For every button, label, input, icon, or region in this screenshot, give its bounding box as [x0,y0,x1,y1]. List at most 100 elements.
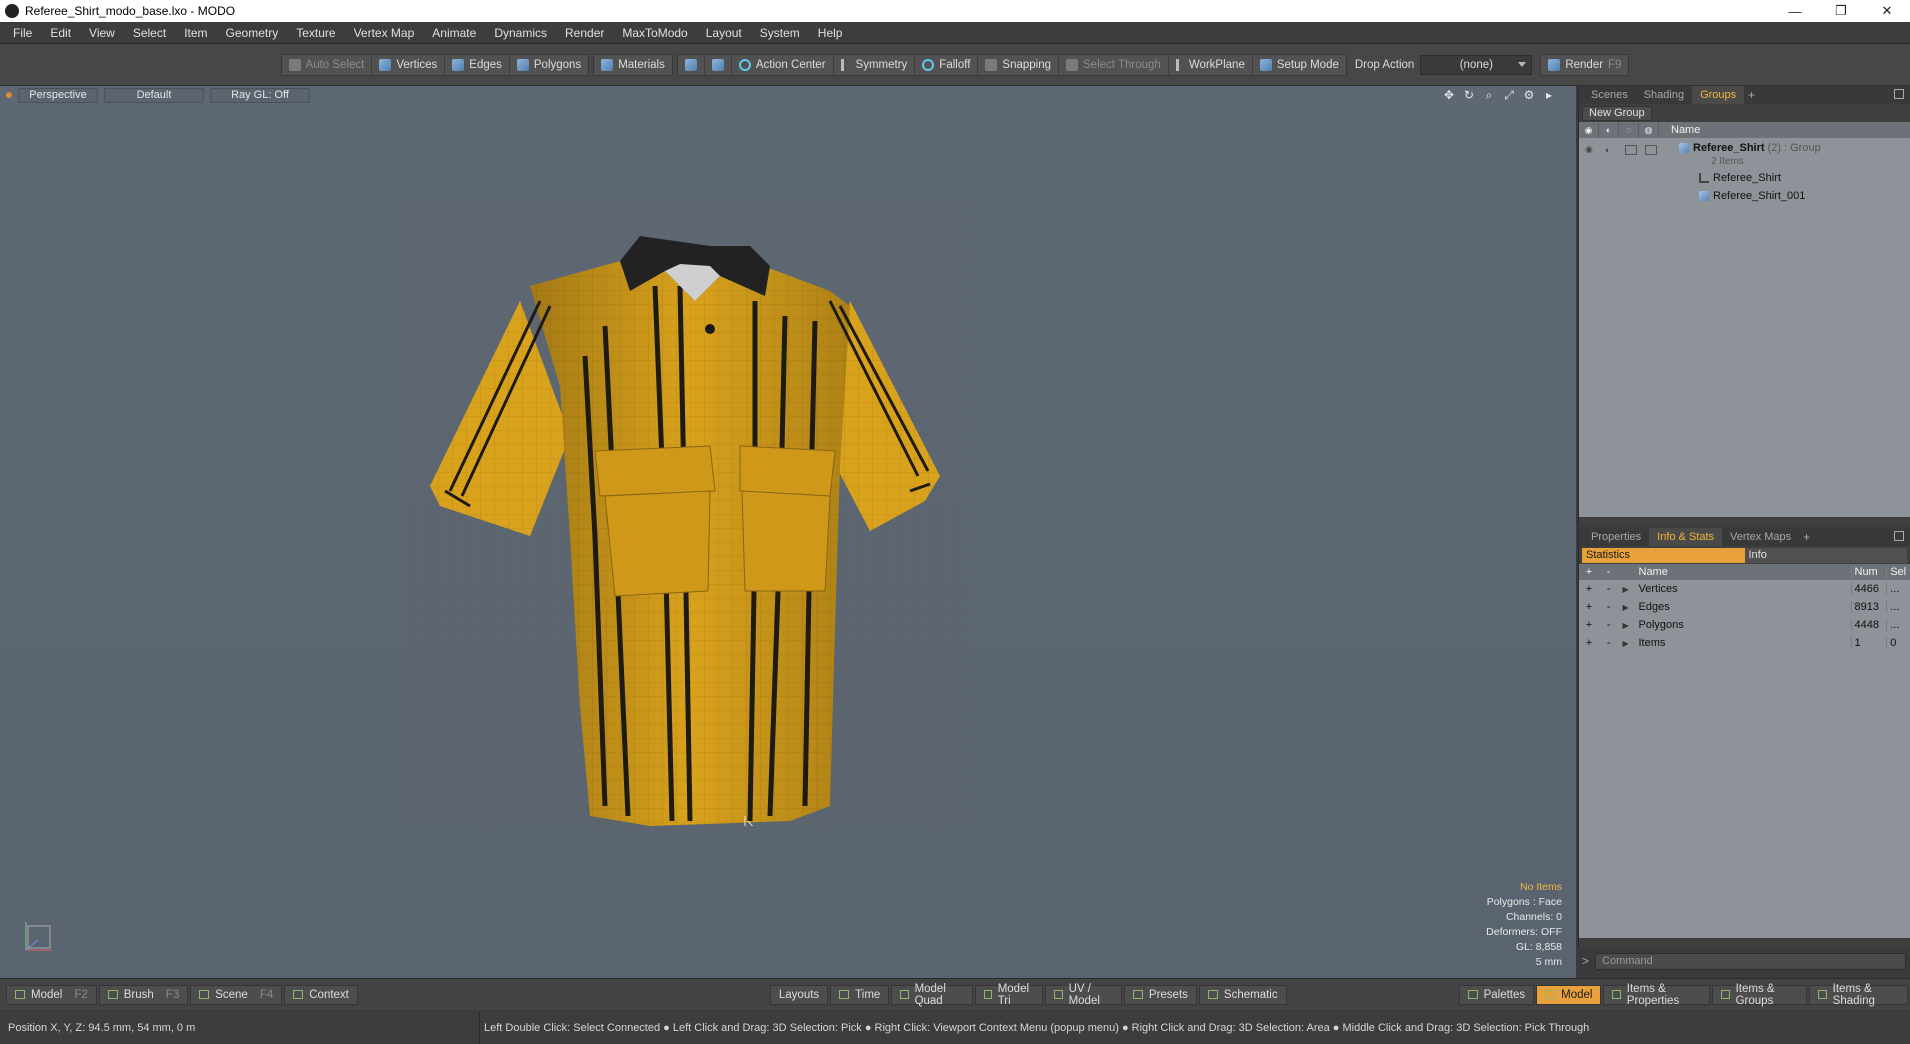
render-toggle-icon[interactable]: ◐ [1605,145,1625,155]
menu-edit[interactable]: Edit [41,22,80,44]
add-tab-icon[interactable]: + [1799,530,1814,544]
pivot-mode-button[interactable] [705,54,732,75]
tab-groups[interactable]: Groups [1692,86,1745,104]
workplane-button[interactable]: WorkPlane [1169,54,1253,75]
visibility-column-icon[interactable]: ◉ [1579,122,1599,138]
vertices-button[interactable]: Vertices [372,54,446,75]
menu-render[interactable]: Render [556,22,613,44]
add-icon[interactable]: + [1579,637,1599,649]
tab-vertex-maps[interactable]: Vertex Maps [1722,528,1799,546]
view-type-button[interactable]: Perspective [18,87,98,103]
expand-all-icon[interactable]: + [1579,566,1599,578]
add-icon[interactable]: + [1579,583,1599,595]
drop-action-select[interactable]: (none) [1420,54,1533,75]
menu-dynamics[interactable]: Dynamics [485,22,556,44]
name-column-header[interactable]: Name [1659,124,1700,136]
items-groups-button[interactable]: Items & Groups [1712,983,1808,1007]
palettes-button[interactable]: Palettes [1458,984,1535,1005]
layout-scene-button[interactable]: Scene F4 [190,984,283,1005]
tab-scenes[interactable]: Scenes [1583,86,1636,104]
list-item[interactable]: Referee_Shirt [1699,172,1781,184]
materials-button[interactable]: Materials [594,55,672,75]
tab-properties[interactable]: Properties [1583,528,1649,546]
expand-triangle-icon[interactable]: ▶ [1619,585,1633,594]
polygons-button[interactable]: Polygons [510,55,588,75]
maximize-panel-icon[interactable] [1894,531,1904,541]
new-group-button[interactable]: New Group [1582,105,1652,121]
menu-texture[interactable]: Texture [287,22,344,44]
action-center-button[interactable]: Action Center [732,54,834,75]
shading-mode-button[interactable]: Default [104,87,204,103]
layouts-button[interactable]: Layouts [769,984,829,1005]
list-item[interactable]: Referee_Shirt_001 [1699,190,1805,202]
restore-button[interactable]: ❐ [1818,0,1864,22]
remove-icon[interactable]: - [1599,601,1619,613]
falloff-button[interactable]: Falloff [915,54,979,75]
menu-select[interactable]: Select [124,22,175,44]
expand-triangle-icon[interactable]: ▶ [1619,603,1633,612]
group-row[interactable]: Referee_Shirt (2) : Group [1679,142,1821,154]
expand-arrow-icon[interactable]: ▸ [1542,88,1556,102]
add-tab-icon[interactable]: + [1744,88,1759,102]
move-view-icon[interactable]: ✥ [1442,88,1456,102]
menu-geometry[interactable]: Geometry [217,22,288,44]
maximize-panel-icon[interactable] [1894,89,1904,99]
render-column-icon[interactable]: ◐ [1599,122,1619,138]
layout-brush-button[interactable]: Brush F3 [98,984,189,1005]
tab-shading[interactable]: Shading [1636,86,1692,104]
tab-info[interactable]: Info [1744,547,1907,563]
menu-animate[interactable]: Animate [423,22,485,44]
table-row[interactable]: + - ▶ Items 1 0 [1579,634,1910,652]
remove-icon[interactable]: - [1599,583,1619,595]
minimize-button[interactable]: — [1772,0,1818,22]
setup-mode-button[interactable]: Setup Mode [1253,55,1346,75]
menu-system[interactable]: System [751,22,809,44]
model-quad-button[interactable]: Model Quad [891,983,973,1007]
table-row[interactable]: + - ▶ Vertices 4466 ... [1579,580,1910,598]
item-mode-button[interactable] [678,54,705,75]
lock-column-icon[interactable]: ◌ [1619,122,1639,138]
layout-context-button[interactable]: Context [284,984,358,1005]
symmetry-button[interactable]: Symmetry [834,54,916,75]
model-layout-button[interactable]: Model [1536,984,1602,1005]
tab-statistics[interactable]: Statistics [1582,547,1745,563]
settings-gear-icon[interactable]: ⚙ [1522,88,1536,102]
expand-triangle-icon[interactable]: ▶ [1619,639,1633,648]
schematic-button[interactable]: Schematic [1198,984,1287,1005]
menu-view[interactable]: View [80,22,124,44]
menu-vertex-map[interactable]: Vertex Map [345,22,424,44]
menu-help[interactable]: Help [809,22,852,44]
snapping-button[interactable]: Snapping [978,54,1060,75]
add-icon[interactable]: + [1579,601,1599,613]
rotate-view-icon[interactable]: ↻ [1462,88,1476,102]
menu-item[interactable]: Item [175,22,216,44]
presets-button[interactable]: Presets [1123,984,1197,1005]
model-tri-button[interactable]: Model Tri [974,983,1044,1007]
menu-layout[interactable]: Layout [697,22,751,44]
zoom-view-icon[interactable]: ⌕ [1482,88,1496,102]
command-input[interactable]: Command [1595,952,1906,970]
maximize-view-icon[interactable]: ⤢ [1502,88,1516,102]
select-through-button[interactable]: Select Through [1059,54,1169,75]
collapse-all-icon[interactable]: - [1599,566,1619,578]
eye-icon[interactable]: ◉ [1585,144,1605,155]
table-row[interactable]: + - ▶ Polygons 4448 ... [1579,616,1910,634]
groups-list[interactable]: ◉ ◐ ◌ ◍ Name ◉ ◐ Referee_Shirt (2) : Gro… [1579,122,1910,517]
layout-model-button[interactable]: Model F2 [6,984,97,1005]
viewport-menu-icon[interactable] [6,92,12,98]
referee-shirt-model[interactable] [410,206,970,826]
select-checkbox[interactable] [1645,144,1657,155]
add-icon[interactable]: + [1579,619,1599,631]
tab-info-stats[interactable]: Info & Stats [1649,528,1723,546]
remove-icon[interactable]: - [1599,619,1619,631]
3d-viewport[interactable]: Perspective Default Ray GL: Off ✥ ↻ ⌕ ⤢ … [0,86,1576,978]
auto-select-button[interactable]: Auto Select [282,54,373,75]
menu-file[interactable]: File [4,22,41,44]
select-column-icon[interactable]: ◍ [1639,122,1659,138]
items-properties-button[interactable]: Items & Properties [1603,983,1711,1007]
close-button[interactable]: ✕ [1864,0,1910,22]
menu-maxtomodo[interactable]: MaxToModo [613,22,696,44]
raygl-button[interactable]: Ray GL: Off [210,87,310,103]
items-shading-button[interactable]: Items & Shading [1809,983,1908,1007]
uv-model-button[interactable]: UV / Model [1045,983,1122,1007]
